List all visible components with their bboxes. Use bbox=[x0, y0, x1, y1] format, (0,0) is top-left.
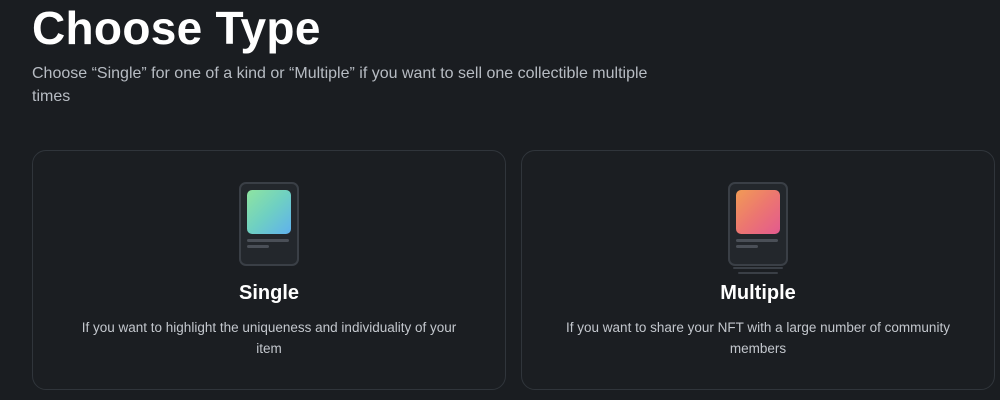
single-option-description: If you want to highlight the uniqueness … bbox=[81, 320, 457, 356]
multiple-collectible-icon bbox=[728, 182, 788, 274]
stack-line bbox=[738, 272, 778, 274]
single-collectible-icon bbox=[239, 182, 299, 266]
multiple-option-title: Multiple bbox=[720, 282, 796, 304]
single-option-title: Single bbox=[238, 282, 299, 304]
multiple-option-description: If you want to share your NFT with a lar… bbox=[566, 320, 950, 356]
page-subtitle: Choose “Single” for one of a kind or “Mu… bbox=[32, 65, 648, 105]
text-line bbox=[247, 239, 289, 242]
text-line bbox=[736, 245, 758, 248]
card-frame bbox=[728, 182, 788, 266]
image-placeholder bbox=[736, 190, 780, 234]
stack-line bbox=[733, 267, 783, 269]
image-placeholder bbox=[247, 190, 291, 234]
multiple-option-card[interactable]: Multiple If you want to share your NFT w… bbox=[521, 150, 995, 390]
page-title: Choose Type bbox=[32, 2, 321, 54]
text-line bbox=[736, 239, 778, 242]
type-options: Single If you want to highlight the uniq… bbox=[32, 150, 995, 390]
card-frame bbox=[239, 182, 299, 266]
single-option-card[interactable]: Single If you want to highlight the uniq… bbox=[32, 150, 506, 390]
text-line bbox=[247, 245, 269, 248]
